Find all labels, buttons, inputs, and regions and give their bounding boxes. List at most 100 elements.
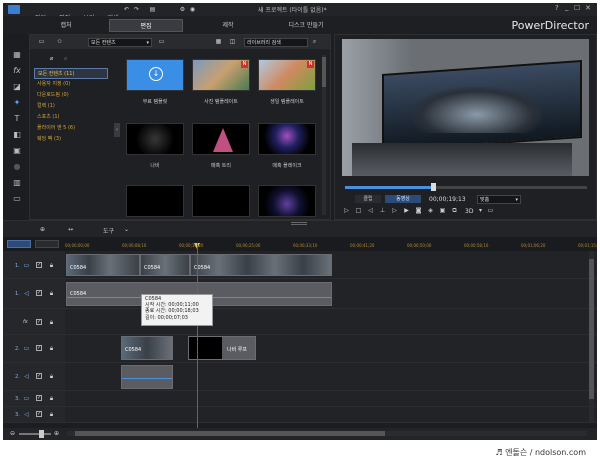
zoom-in-icon[interactable]: ⊕: [53, 430, 60, 437]
zoom-slider[interactable]: [19, 430, 51, 438]
category-item[interactable]: 스포츠 (1): [34, 112, 108, 123]
minimize-button[interactable]: _: [565, 3, 569, 11]
subtitle-room-icon[interactable]: ▭: [11, 193, 23, 205]
category-item[interactable]: 웨딩 팩 (3): [34, 134, 108, 145]
tab-capture[interactable]: 캡처: [33, 19, 99, 32]
lock-icon[interactable]: 🔒︎: [48, 395, 55, 402]
title-room-icon[interactable]: T: [11, 113, 23, 125]
video-clip[interactable]: C0584: [66, 254, 140, 276]
previous-frame-icon[interactable]: ◁: [367, 207, 374, 214]
category-item[interactable]: 사용자 지정 (0): [34, 79, 108, 90]
category-add-icon[interactable]: ⌀: [48, 55, 55, 62]
movie-mode-button[interactable]: 동영상: [385, 195, 421, 203]
clip-mode-button[interactable]: 클립: [355, 195, 381, 203]
zoom-out-icon[interactable]: ⊖: [9, 430, 16, 437]
video-clip[interactable]: C0584: [140, 254, 190, 276]
folder-icon[interactable]: ▭: [158, 38, 165, 45]
3d-mode-button[interactable]: 3D: [465, 208, 473, 215]
audio-mixing-icon[interactable]: ▣: [11, 145, 23, 157]
lock-icon[interactable]: 🔒︎: [48, 319, 55, 326]
track-enable-checkbox[interactable]: ✓: [36, 373, 42, 379]
chevron-down-icon[interactable]: ⌄: [123, 226, 130, 233]
maximize-button[interactable]: ☐: [574, 4, 580, 12]
media-room-icon[interactable]: ▦: [11, 49, 23, 61]
lock-icon[interactable]: 🔒︎: [48, 411, 55, 418]
scrollbar-thumb[interactable]: [322, 57, 326, 87]
fit-timeline-icon[interactable]: ↔: [67, 226, 74, 233]
tab-produce[interactable]: 제작: [193, 19, 263, 32]
track-enable-checkbox[interactable]: ✓: [36, 345, 42, 351]
pip-room-icon[interactable]: ◪: [11, 81, 23, 93]
category-remove-icon[interactable]: ⌀: [62, 55, 69, 62]
lock-icon[interactable]: 🔒︎: [48, 373, 55, 380]
thumbnail-size-icon[interactable]: ◫: [229, 38, 236, 45]
track-view-toggle[interactable]: [7, 240, 31, 248]
fit-dropdown[interactable]: 맞춤 ▾: [477, 195, 521, 204]
plugin-icon[interactable]: ✿: [56, 38, 63, 45]
chapter-room-icon[interactable]: ▥: [11, 177, 23, 189]
split-icon[interactable]: ⊥: [379, 207, 386, 214]
next-frame-icon[interactable]: ▷: [391, 207, 398, 214]
panel-splitter[interactable]: [291, 222, 307, 225]
particle-tile[interactable]: [258, 185, 316, 217]
video-clip[interactable]: C0584: [190, 254, 332, 276]
stop-icon[interactable]: □: [355, 207, 362, 214]
category-item[interactable]: 다운로드됨 (0): [34, 90, 108, 101]
preview-seekbar[interactable]: [345, 183, 587, 191]
playhead-line[interactable]: [197, 243, 198, 428]
track-enable-checkbox[interactable]: ✓: [36, 319, 42, 325]
tab-disc[interactable]: 디스크 만들기: [271, 19, 341, 32]
butterfly-tile[interactable]: [126, 123, 184, 155]
lock-icon[interactable]: 🔒︎: [48, 345, 55, 352]
library-search-field[interactable]: 라이브러리 검색: [244, 38, 308, 47]
track-enable-checkbox[interactable]: ✓: [36, 411, 42, 417]
tools-menu[interactable]: 도구: [103, 226, 114, 235]
undock-icon[interactable]: ⧉: [451, 207, 458, 214]
chevron-down-icon[interactable]: ▾: [477, 207, 484, 214]
play-icon[interactable]: ▷: [343, 207, 350, 214]
close-button[interactable]: ✕: [585, 4, 591, 12]
particle-tile[interactable]: [192, 185, 250, 217]
download-template-tile[interactable]: ↓: [126, 59, 184, 91]
category-item[interactable]: 플라이어 앤 5 (6): [34, 123, 108, 134]
fast-forward-icon[interactable]: ▶: [403, 207, 410, 214]
search-icon[interactable]: ⌕: [311, 38, 318, 45]
flake-tile[interactable]: [258, 123, 316, 155]
category-item[interactable]: 컬렉 (1): [34, 101, 108, 112]
pip-audio-clip[interactable]: [121, 365, 173, 389]
add-track-icon[interactable]: ⊕: [39, 226, 46, 233]
content-filter-dropdown[interactable]: 모든 컨텐츠 ▾: [88, 38, 152, 47]
scrollbar-thumb[interactable]: [75, 431, 385, 436]
preview-quality-icon[interactable]: ▣: [439, 207, 446, 214]
particle-tile[interactable]: [126, 185, 184, 217]
particle-room-icon[interactable]: ✦: [11, 97, 23, 109]
tree-tile[interactable]: [192, 123, 250, 155]
scrollbar-thumb[interactable]: [589, 259, 594, 399]
zoom-slider-handle[interactable]: [39, 430, 44, 438]
category-collapse-handle[interactable]: ‹: [114, 123, 120, 137]
import-icon[interactable]: ▭: [38, 38, 45, 45]
voiceover-icon[interactable]: ●: [11, 161, 23, 173]
globe-icon[interactable]: ◉: [189, 6, 196, 13]
help-button[interactable]: ?: [555, 4, 559, 12]
transition-room-icon[interactable]: ◧: [11, 129, 23, 141]
birthday-template-tile[interactable]: N: [258, 59, 316, 91]
snapshot-icon[interactable]: ◙: [415, 207, 422, 214]
track-enable-checkbox[interactable]: ✓: [36, 290, 42, 296]
category-item[interactable]: 모든 컨텐츠 (11): [34, 68, 108, 79]
photo-template-tile[interactable]: N: [192, 59, 250, 91]
track-enable-checkbox[interactable]: ✓: [36, 395, 42, 401]
lock-icon[interactable]: 🔒︎: [48, 262, 55, 269]
timeline-hscrollbar[interactable]: [67, 431, 587, 436]
layout-icon[interactable]: ▤: [149, 6, 156, 13]
tab-edit[interactable]: 편집: [109, 19, 183, 32]
storyboard-toggle[interactable]: [35, 240, 59, 248]
library-scrollbar[interactable]: [322, 55, 326, 215]
timeline-ruler[interactable]: 00;00;00;00 00;00;08;10 00;00;16;20 00;00;2…: [3, 237, 597, 251]
particle-clip[interactable]: 나비 루프: [188, 336, 256, 360]
track-enable-checkbox[interactable]: ✓: [36, 262, 42, 268]
comment-icon[interactable]: ▭: [487, 207, 494, 214]
redo-icon[interactable]: ↷: [133, 6, 140, 13]
timeline-vscrollbar[interactable]: [589, 251, 594, 423]
lock-icon[interactable]: 🔒︎: [48, 290, 55, 297]
